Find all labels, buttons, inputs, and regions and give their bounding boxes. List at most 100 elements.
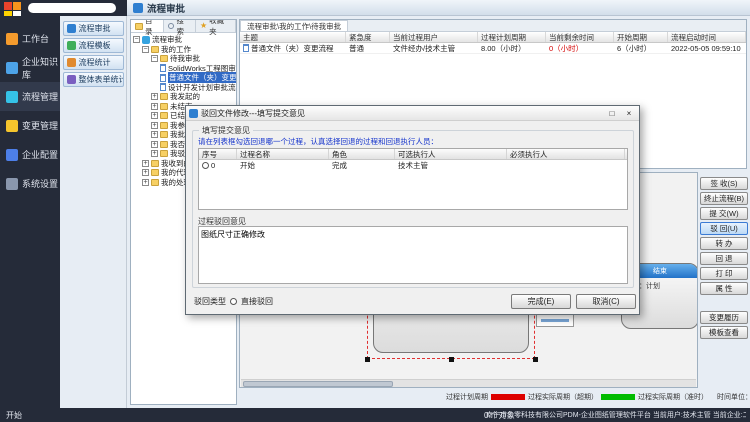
sidebar-item-label: 企业知识库 (22, 55, 60, 81)
knowledge-base-icon (6, 62, 18, 74)
legend-unit-label: 时间单位：（小时） (717, 392, 750, 402)
nav-button-label: 整体表单统计 (79, 74, 124, 85)
selection-handle[interactable] (533, 357, 538, 362)
instruction-text: 请在列表框勾选回退哪一个过程，认真选择回退的过程和回退执行人员： (198, 136, 438, 147)
start-label[interactable]: 开始 (6, 410, 22, 421)
process-template-icon (67, 41, 76, 50)
folder-icon (151, 179, 159, 186)
col-role: 角色 (329, 149, 395, 159)
submit-opinion-group: 填写提交意见 请在列表框勾选回退哪一个过程，认真选择回退的过程和回退执行人员： … (192, 130, 634, 288)
status-bar: 开始 0 个对象 南宁市二零科技有限公司PDM-企业图纸管理软件平台 当前用户:… (0, 408, 750, 422)
expand-icon[interactable] (151, 93, 158, 100)
table-row[interactable]: 普通文件（夹）变更流程 普通 文件经办/技术主管 8.00（小时） 0（小时） … (240, 43, 746, 54)
cancel-button[interactable]: 取消(C) (576, 294, 636, 309)
col-step-name: 过程名称 (237, 149, 329, 159)
transfer-button[interactable]: 转 办 (700, 237, 748, 250)
dialog-table-row[interactable]: 0 开始 完成 技术主管 (199, 160, 627, 171)
sidebar-item-workbench[interactable]: 工作台 (0, 24, 60, 53)
col-current-user[interactable]: 当前过程用户 (390, 32, 478, 42)
tab-favorites[interactable]: 收藏夹 (196, 20, 236, 32)
col-subject[interactable]: 主题 (240, 32, 346, 42)
direct-reject-radio[interactable] (230, 298, 237, 305)
module-nav: 流程审批 流程模板 流程统计 整体表单统计 (60, 16, 127, 408)
global-search-input[interactable] (28, 3, 116, 13)
star-icon (200, 22, 207, 30)
expand-icon[interactable] (151, 150, 158, 157)
folder-icon (160, 131, 168, 138)
row-radio[interactable] (202, 162, 209, 169)
folder-icon (160, 93, 168, 100)
nav-button-form-statistics[interactable]: 整体表单统计 (63, 72, 124, 87)
collapse-icon[interactable] (151, 55, 158, 62)
period-legend: 过程计划周期 过程实际周期（超期） 过程实际周期（准时） 时间单位：（小时） (446, 392, 750, 402)
cell-role: 完成 (329, 160, 395, 171)
collapse-icon[interactable] (142, 46, 149, 53)
sidebar-item-system-settings[interactable]: 系统设置 (0, 169, 60, 198)
col-start-time[interactable]: 流程启动时间 (668, 32, 746, 42)
folder-icon (160, 55, 168, 62)
change-management-icon (6, 120, 18, 132)
nav-button-process-approval[interactable]: 流程审批 (63, 21, 124, 36)
nav-button-process-template[interactable]: 流程模板 (63, 38, 124, 53)
expand-icon[interactable] (151, 112, 158, 119)
sidebar-item-label: 系统设置 (22, 177, 58, 190)
maximize-icon[interactable] (605, 108, 619, 119)
terminate-flow-button[interactable]: 终止流程(B) (700, 192, 748, 205)
opinion-textarea[interactable]: 图纸尺寸正确修改 (198, 226, 628, 284)
folder-icon (160, 141, 168, 148)
nav-button-process-statistics[interactable]: 流程统计 (63, 55, 124, 70)
properties-button[interactable]: 属 性 (700, 282, 748, 295)
expand-icon[interactable] (151, 122, 158, 129)
selection-handle[interactable] (365, 357, 370, 362)
flow-progress-box[interactable] (536, 313, 574, 327)
close-icon[interactable] (622, 108, 636, 119)
col-urgency[interactable]: 紧急度 (346, 32, 390, 42)
col-required-executor: 必须执行人 (507, 149, 625, 159)
collapse-icon[interactable] (133, 36, 140, 43)
template-view-button[interactable]: 模板查看 (700, 326, 748, 339)
expand-icon[interactable] (151, 141, 158, 148)
page-title: 流程审批 (147, 1, 185, 15)
action-button-stack: 签 收(S) 终止流程(B) 提 交(W) 驳 回(U) 转 办 回 退 打 印… (700, 177, 748, 339)
folder-icon (160, 112, 168, 119)
status-info: 南宁市二零科技有限公司PDM-企业图纸管理软件平台 当前用户:技术主管 当前企业… (486, 410, 746, 420)
change-history-button[interactable]: 变更履历 (700, 311, 748, 324)
tab-directory[interactable]: 目录 (131, 20, 164, 32)
expand-icon[interactable] (142, 179, 149, 186)
cell-current-user: 文件经办/技术主管 (390, 43, 478, 53)
app-window: 工作台 企业知识库 流程管理 变更管理 企业配置 系统设置 流程审批 (0, 0, 750, 422)
dialog-title-bar[interactable]: 驳回文件修改---填写提交意见 (186, 106, 639, 121)
horizontal-scrollbar[interactable] (241, 379, 696, 387)
cell-start-period: 6（小时） (614, 43, 668, 53)
tab-pending-approval-path[interactable]: 流程审批\我的工作\待我审批 (240, 20, 348, 31)
cell-start-time: 2022-05-05 09:59:10 (668, 43, 746, 53)
expand-icon[interactable] (151, 131, 158, 138)
dialog-title: 驳回文件修改---填写提交意见 (201, 108, 305, 119)
page-header: 流程审批 (127, 0, 750, 16)
expand-icon[interactable] (142, 169, 149, 176)
folder-icon (160, 103, 168, 110)
tab-search[interactable]: 搜索 (164, 20, 196, 32)
rollback-button[interactable]: 回 退 (700, 252, 748, 265)
logo-square-orange (13, 2, 21, 10)
nav-button-label: 流程统计 (79, 57, 111, 68)
finish-button[interactable]: 完成(E) (511, 294, 571, 309)
expand-icon[interactable] (142, 160, 149, 167)
scrollbar-thumb[interactable] (243, 381, 393, 387)
process-approval-icon (67, 24, 76, 33)
col-start-period[interactable]: 开始周期 (614, 32, 668, 42)
selection-handle[interactable] (449, 357, 454, 362)
cell-seq: 0 (199, 160, 237, 171)
col-plan-period[interactable]: 过程计划周期 (478, 32, 546, 42)
reject-button[interactable]: 驳 回(U) (700, 222, 748, 235)
sign-receive-button[interactable]: 签 收(S) (700, 177, 748, 190)
sidebar-item-change-management[interactable]: 变更管理 (0, 111, 60, 140)
sidebar-item-enterprise-config[interactable]: 企业配置 (0, 140, 60, 169)
col-remaining-time[interactable]: 当前剩余时间 (546, 32, 614, 42)
expand-icon[interactable] (151, 103, 158, 110)
sidebar-item-knowledge-base[interactable]: 企业知识库 (0, 53, 60, 82)
rollback-step-table: 序号 过程名称 角色 可选执行人 必须执行人 0 开始 完成 技术主管 (198, 148, 628, 210)
sidebar-item-process-management[interactable]: 流程管理 (0, 82, 60, 111)
print-button[interactable]: 打 印 (700, 267, 748, 280)
submit-button[interactable]: 提 交(W) (700, 207, 748, 220)
